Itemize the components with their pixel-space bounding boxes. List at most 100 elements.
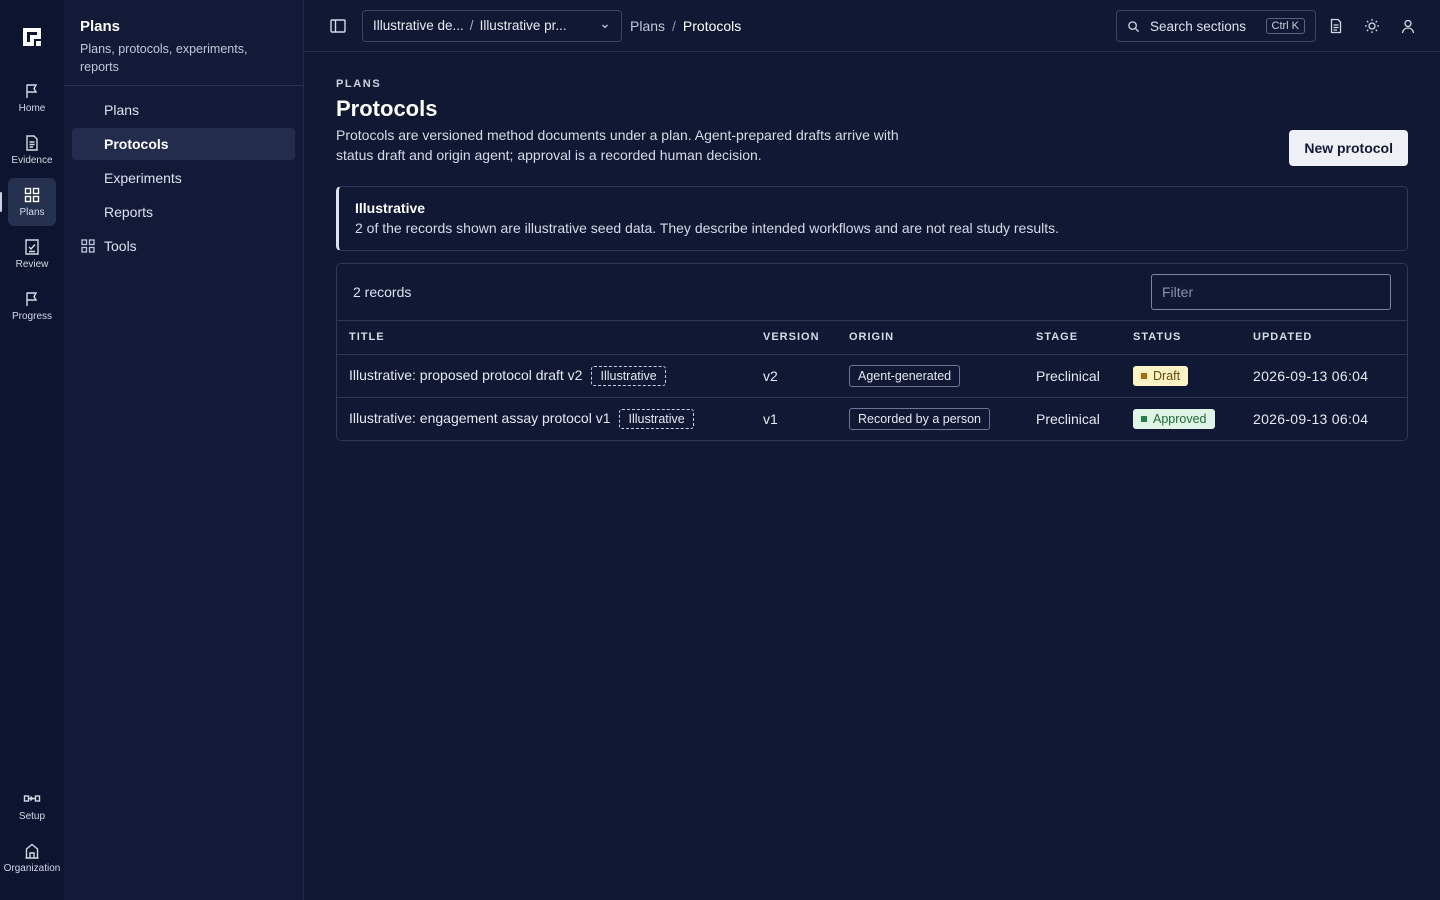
sidebar-item-label: Tools bbox=[104, 238, 137, 254]
account-button[interactable] bbox=[1398, 16, 1418, 36]
illustrative-tag: Illustrative bbox=[591, 365, 666, 386]
sidebar-header: Plans Plans, protocols, experiments, rep… bbox=[64, 0, 303, 86]
sidebar-toggle-icon bbox=[330, 18, 346, 33]
column-header-updated[interactable]: UPDATED bbox=[1241, 321, 1407, 355]
sidebar-toggle-button[interactable] bbox=[326, 14, 350, 38]
docs-button[interactable] bbox=[1326, 16, 1346, 36]
column-header-version[interactable]: VERSION bbox=[751, 321, 837, 355]
cell-stage: Preclinical bbox=[1024, 354, 1121, 398]
rail-item-organization[interactable]: Organization bbox=[0, 834, 64, 882]
column-header-title[interactable]: TITLE bbox=[337, 321, 751, 355]
status-dot-icon bbox=[1141, 372, 1147, 379]
sidebar-item-tools[interactable]: Tools bbox=[72, 230, 295, 262]
rail-item-label: Plans bbox=[19, 207, 45, 218]
row-title-link[interactable]: Illustrative: proposed protocol draft v2 bbox=[349, 367, 582, 383]
status-badge: Draft bbox=[1133, 365, 1189, 386]
table-toolbar: 2 records bbox=[337, 264, 1407, 321]
status-badge: Approved bbox=[1133, 408, 1215, 429]
app-logo-icon[interactable] bbox=[21, 26, 43, 48]
rail-item-setup[interactable]: Setup bbox=[0, 782, 64, 830]
notice-title: Illustrative bbox=[355, 200, 426, 216]
flag-icon bbox=[26, 292, 38, 306]
status-label: Approved bbox=[1153, 411, 1207, 426]
sidebar-item-plans[interactable]: Plans bbox=[72, 94, 295, 126]
illustrative-notice: Illustrative 2 of the records shown are … bbox=[336, 186, 1408, 251]
breadcrumb-protocols: Protocols bbox=[682, 17, 742, 34]
grid-icon bbox=[81, 239, 95, 253]
row-title-link[interactable]: Illustrative: engagement assay protocol … bbox=[349, 410, 610, 426]
protocols-table-card: 2 records TITLE VERSION ORIGIN STAGE STA… bbox=[336, 263, 1408, 441]
search-sections-button[interactable]: Search sections Ctrl K bbox=[1116, 10, 1316, 42]
flag-icon bbox=[26, 84, 38, 98]
breadcrumb-plans[interactable]: Plans bbox=[630, 18, 665, 34]
rail-item-label: Evidence bbox=[11, 155, 53, 166]
sun-icon bbox=[1365, 19, 1379, 33]
rail-item-evidence[interactable]: Evidence bbox=[8, 126, 56, 174]
rail-item-label: Progress bbox=[11, 311, 52, 322]
cell-origin: Recorded by a person bbox=[837, 397, 1024, 440]
connector-icon bbox=[23, 795, 41, 802]
protocols-table: TITLE VERSION ORIGIN STAGE STATUS UPDATE… bbox=[337, 321, 1407, 440]
breadcrumb-separator: / bbox=[672, 17, 676, 34]
rail-bottom: Setup Organization bbox=[0, 782, 64, 886]
filter-input[interactable] bbox=[1151, 274, 1391, 310]
table-row[interactable]: Illustrative: proposed protocol draft v2… bbox=[337, 354, 1407, 398]
rail-item-label: Home bbox=[18, 103, 46, 114]
rail-item-home[interactable]: Home bbox=[8, 74, 56, 122]
sidebar-nav: Plans Protocols Experiments Reports Tool… bbox=[64, 86, 303, 272]
context-selector[interactable]: Illustrative de... / Illustrative pr... bbox=[362, 9, 622, 42]
document-icon bbox=[1330, 18, 1342, 34]
illustrative-tag: Illustrative bbox=[619, 408, 694, 429]
rail-item-label: Review bbox=[15, 259, 49, 270]
cell-updated: 2026-09-13 06:04 bbox=[1241, 354, 1407, 398]
cell-stage: Preclinical bbox=[1036, 410, 1100, 427]
document-icon bbox=[26, 135, 38, 151]
page-eyebrow: PLANS bbox=[336, 78, 382, 90]
origin-badge: Agent-generated bbox=[849, 364, 961, 387]
sidebar-item-experiments[interactable]: Experiments bbox=[72, 162, 295, 194]
column-header-stage[interactable]: STAGE bbox=[1024, 321, 1121, 355]
new-protocol-button[interactable]: New protocol bbox=[1289, 130, 1408, 166]
table-header-row: TITLE VERSION ORIGIN STAGE STATUS UPDATE… bbox=[337, 321, 1407, 355]
cell-origin: Agent-generated bbox=[837, 354, 1024, 398]
cell-version: v1 bbox=[763, 410, 778, 427]
cell-status: Approved bbox=[1121, 397, 1241, 440]
sidebar-title: Plans bbox=[80, 18, 121, 35]
main-content: PLANS Protocols Protocols are versioned … bbox=[336, 52, 1408, 441]
rail-item-label: Organization bbox=[3, 863, 61, 874]
column-header-origin[interactable]: ORIGIN bbox=[837, 321, 1024, 355]
page-title: Protocols bbox=[336, 96, 438, 121]
user-icon bbox=[1401, 19, 1415, 34]
section-sidebar: Plans Plans, protocols, experiments, rep… bbox=[64, 0, 304, 900]
search-label: Search sections bbox=[1150, 18, 1247, 34]
column-header-status[interactable]: STATUS bbox=[1121, 321, 1241, 355]
rail-item-progress[interactable]: Progress bbox=[8, 282, 56, 330]
sidebar-subtitle: Plans, protocols, experiments, reports bbox=[80, 42, 248, 74]
search-shortcut: Ctrl K bbox=[1265, 18, 1305, 34]
cell-title: Illustrative: proposed protocol draft v2… bbox=[337, 354, 751, 398]
breadcrumb: Plans / Protocols bbox=[630, 18, 741, 34]
grid-icon bbox=[24, 187, 40, 203]
theme-toggle-button[interactable] bbox=[1362, 16, 1382, 36]
context-separator: / bbox=[469, 18, 474, 33]
sidebar-item-protocols[interactable]: Protocols bbox=[72, 128, 295, 160]
rail-item-review[interactable]: Review bbox=[8, 230, 56, 278]
cell-title: Illustrative: engagement assay protocol … bbox=[337, 397, 751, 440]
status-label: Draft bbox=[1153, 368, 1181, 383]
chevron-down-icon bbox=[602, 24, 608, 28]
cell-updated: 2026-09-13 06:04 bbox=[1253, 410, 1369, 427]
icon-rail: Home Evidence Plans Review Progress Setu… bbox=[0, 0, 64, 900]
context-program: Illustrative de... bbox=[373, 18, 464, 33]
cell-status: Draft bbox=[1121, 354, 1241, 398]
table-row[interactable]: Illustrative: engagement assay protocol … bbox=[337, 397, 1407, 440]
rail-item-plans[interactable]: Plans bbox=[0, 178, 56, 226]
rail-item-label: Setup bbox=[18, 811, 46, 822]
checklist-icon bbox=[25, 239, 39, 255]
page-description: Protocols are versioned method documents… bbox=[336, 127, 899, 163]
notice-text: 2 of the records shown are illustrative … bbox=[355, 220, 1060, 236]
context-project: Illustrative pr... bbox=[479, 18, 567, 33]
sidebar-item-reports[interactable]: Reports bbox=[72, 196, 295, 228]
top-bar: Illustrative de... / Illustrative pr... … bbox=[304, 0, 1440, 52]
origin-badge: Recorded by a person bbox=[849, 407, 990, 430]
record-count: 2 records bbox=[353, 284, 412, 300]
